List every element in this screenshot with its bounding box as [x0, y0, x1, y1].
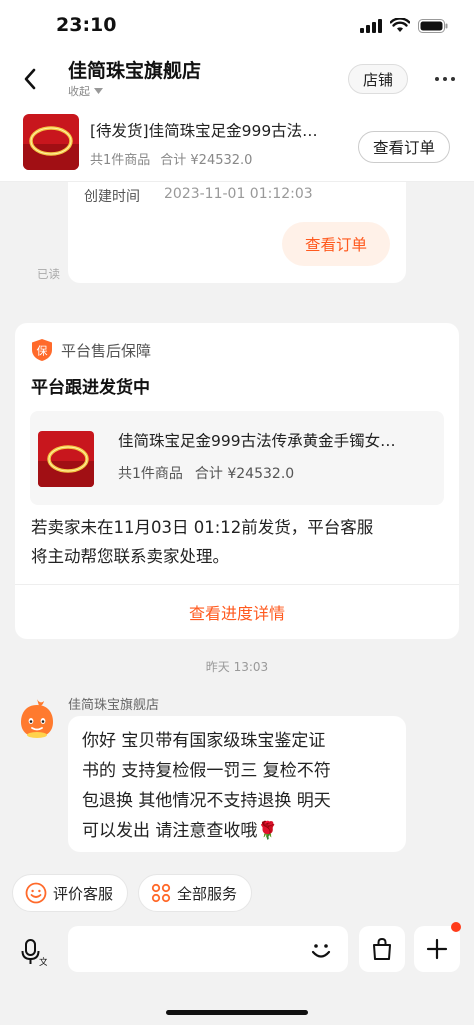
seller-avatar[interactable]: [18, 697, 56, 739]
notice-line: 将主动帮您联系卖家处理。: [31, 547, 229, 566]
read-receipt: 已读: [37, 267, 60, 281]
message-bubble[interactable]: 你好 宝贝带有国家级珠宝鉴定证 书的 支持复检假一罚三 复检不符 包退换 其他情…: [68, 716, 406, 852]
back-button[interactable]: [16, 64, 44, 94]
guarantee-notice: 若卖家未在11月03日 01:12前发货，平台客服 将主动帮您联系卖家处理。: [31, 513, 447, 571]
view-order-button[interactable]: 查看订单: [358, 131, 450, 163]
services-grid-icon: [151, 883, 171, 903]
more-actions-button[interactable]: [414, 926, 460, 972]
more-dot-icon: [435, 77, 439, 81]
shop-button[interactable]: 店铺: [348, 64, 408, 94]
message-line: 包退换 其他情况不支持退换 明天: [82, 791, 331, 811]
notification-dot: [451, 922, 461, 932]
collapse-label: 收起: [68, 85, 90, 98]
shield-icon-text: 保: [37, 344, 48, 358]
quick-actions: 评价客服 全部服务: [12, 874, 253, 912]
pinned-order-bar[interactable]: [待发货]佳简珠宝足金999古法… 共1件商品 合计 ¥24532.0 查看订单: [0, 108, 474, 182]
send-product-button[interactable]: [359, 926, 405, 972]
product-item-count: 共1件商品: [118, 466, 183, 482]
input-bar: 文: [0, 916, 474, 1025]
card-view-order-button[interactable]: 查看订单: [282, 222, 390, 266]
wifi-icon: [390, 18, 410, 33]
chevron-down-icon: [94, 88, 103, 94]
time-separator: 昨天 13:03: [205, 660, 269, 674]
order-card: 创建时间 2023-11-01 01:12:03 查看订单: [68, 182, 406, 283]
emoji-icon: [311, 944, 331, 958]
all-services-button[interactable]: 全部服务: [138, 874, 253, 912]
status-time: 23:10: [56, 14, 117, 36]
rate-service-label: 评价客服: [53, 884, 114, 903]
svg-text:文: 文: [39, 956, 47, 966]
order-total: 合计 ¥24532.0: [160, 153, 253, 168]
message-line-last: 可以发出 请注意查收哦🌹: [82, 816, 392, 846]
more-options-button[interactable]: [430, 66, 460, 92]
status-icons: [360, 18, 448, 33]
product-summary: 共1件商品 合计 ¥24532.0: [118, 463, 294, 483]
notice-line: 若卖家未在11月03日 01:12前发货，平台客服: [31, 518, 374, 537]
guarantee-label: 平台售后保障: [61, 341, 152, 360]
status-bar: 23:10: [0, 0, 474, 52]
chat-header: 佳简珠宝旗舰店 收起 店铺: [0, 52, 474, 108]
product-thumbnail: [23, 114, 79, 170]
guarantee-header: 保 平台售后保障: [31, 338, 151, 362]
shopping-bag-icon: [373, 937, 391, 960]
product-thumbnail: [38, 431, 94, 487]
product-title: 佳简珠宝足金999古法传承黄金手镯女…: [118, 432, 396, 450]
created-time-value: 2023-11-01 01:12:03: [164, 186, 313, 202]
order-summary: 共1件商品 合计 ¥24532.0: [90, 149, 252, 168]
message-line: 可以发出 请注意查收哦: [82, 821, 258, 841]
guarantee-title: 平台跟进发货中: [31, 378, 150, 398]
voice-input-button[interactable]: 文: [16, 934, 52, 970]
rose-emoji-icon: 🌹: [257, 821, 279, 841]
microphone-icon: 文: [21, 939, 47, 966]
order-item-count: 共1件商品: [90, 153, 151, 168]
view-progress-link[interactable]: 查看进度详情: [15, 584, 459, 639]
shield-icon: 保: [32, 339, 52, 361]
plus-icon: [426, 938, 448, 960]
more-dot-icon: [451, 77, 455, 81]
order-title: [待发货]佳简珠宝足金999古法…: [90, 122, 318, 140]
rate-service-button[interactable]: 评价客服: [12, 874, 129, 912]
message-line: 你好 宝贝带有国家级珠宝鉴定证: [82, 731, 326, 751]
battery-icon: [418, 18, 448, 33]
after-sales-guarantee-card: 保 平台售后保障 平台跟进发货中 佳简珠宝足金999古法传承黄金手镯女… 共1件…: [15, 323, 459, 639]
signal-icon: [360, 18, 382, 33]
all-services-label: 全部服务: [177, 884, 238, 903]
more-dot-icon: [443, 77, 447, 81]
product-total: 合计 ¥24532.0: [194, 466, 295, 482]
emoji-button[interactable]: [305, 934, 337, 966]
guarantee-product[interactable]: 佳简珠宝足金999古法传承黄金手镯女… 共1件商品 合计 ¥24532.0: [30, 411, 444, 505]
sender-name: 佳简珠宝旗舰店: [68, 698, 160, 713]
collapse-toggle[interactable]: 收起: [68, 83, 103, 99]
smile-icon: [25, 882, 47, 904]
home-indicator: [166, 1010, 308, 1015]
message-line: 书的 支持复检假一罚三 复检不符: [82, 761, 331, 781]
chevron-left-icon: [24, 68, 36, 90]
shop-title[interactable]: 佳简珠宝旗舰店: [68, 56, 201, 83]
created-time-label: 创建时间: [84, 189, 140, 205]
